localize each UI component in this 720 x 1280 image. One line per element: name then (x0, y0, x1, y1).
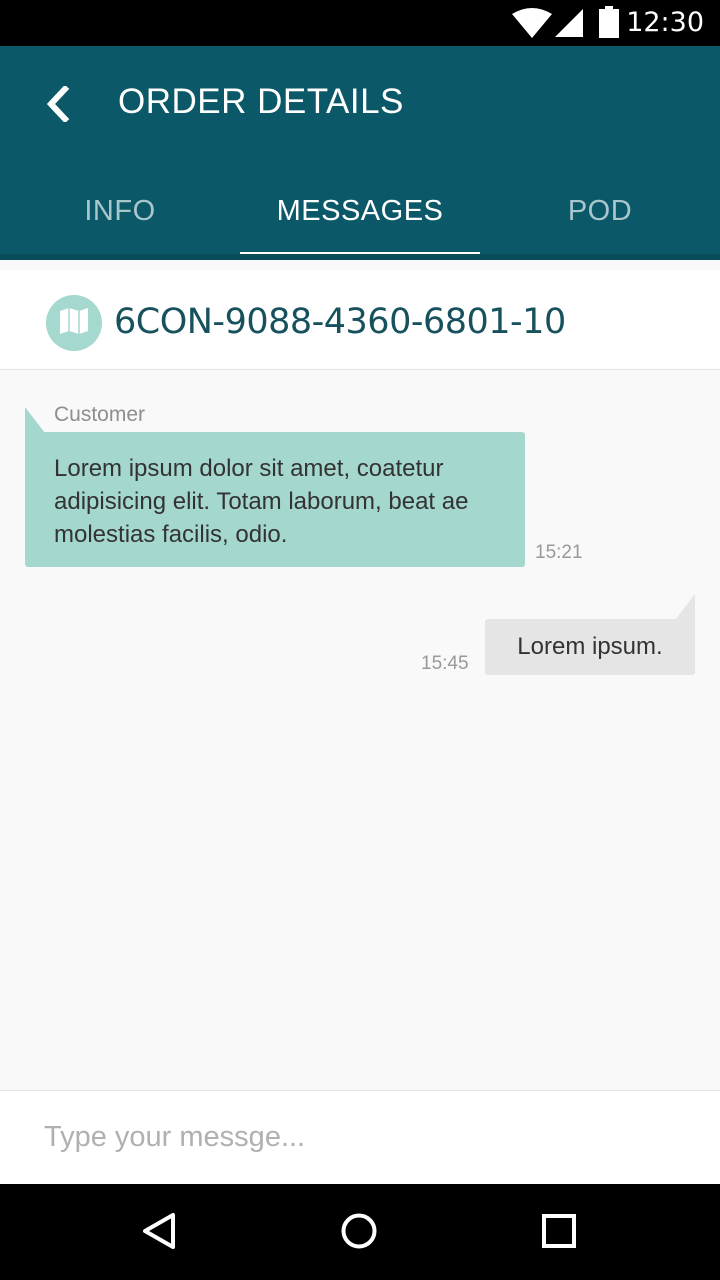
back-triangle-icon (140, 1212, 178, 1255)
outgoing-message-time: 15:45 (421, 653, 469, 674)
tab-messages[interactable]: MESSAGES (240, 168, 480, 257)
incoming-message-bubble: Lorem ipsum dolor sit amet, coatetur adi… (25, 432, 525, 567)
wifi-icon (512, 8, 552, 43)
nav-back-button[interactable] (134, 1208, 184, 1258)
incoming-bubble-tail (25, 407, 45, 433)
app-bar: ORDER DETAILS INFO MESSAGES POD (0, 46, 720, 260)
incoming-message-time: 15:21 (535, 542, 583, 563)
message-list[interactable]: Customer Lorem ipsum dolor sit amet, coa… (0, 371, 720, 1090)
page-title: ORDER DETAILS (118, 82, 404, 121)
back-button[interactable] (30, 78, 86, 134)
outgoing-bubble-tail (675, 594, 695, 620)
tab-pod[interactable]: POD (480, 168, 720, 254)
map-icon (60, 307, 88, 339)
tab-pod-label: POD (567, 194, 633, 227)
battery-icon (599, 6, 619, 43)
tab-info[interactable]: INFO (0, 168, 240, 254)
sender-label: Customer (54, 403, 146, 426)
recents-square-icon (542, 1213, 576, 1253)
status-bar: 12:30 (0, 0, 720, 46)
home-circle-icon (340, 1212, 378, 1255)
tab-messages-label: MESSAGES (276, 194, 444, 227)
order-header: 6CON-9088-4360-6801-10 (0, 270, 720, 370)
status-time: 12:30 (626, 7, 704, 38)
map-badge (46, 295, 102, 351)
outgoing-message-bubble: Lorem ipsum. (485, 619, 695, 675)
cell-signal-icon (555, 9, 583, 42)
nav-recents-button[interactable] (534, 1208, 584, 1258)
nav-home-button[interactable] (334, 1208, 384, 1258)
tab-bar: INFO MESSAGES POD (0, 168, 720, 257)
tab-info-label: INFO (84, 194, 156, 227)
chevron-left-icon (45, 84, 71, 127)
message-composer (0, 1090, 720, 1184)
app-bar-divider (0, 254, 720, 260)
system-nav-bar (0, 1184, 720, 1280)
message-input[interactable] (0, 1091, 720, 1184)
order-number: 6CON-9088-4360-6801-10 (114, 302, 566, 342)
